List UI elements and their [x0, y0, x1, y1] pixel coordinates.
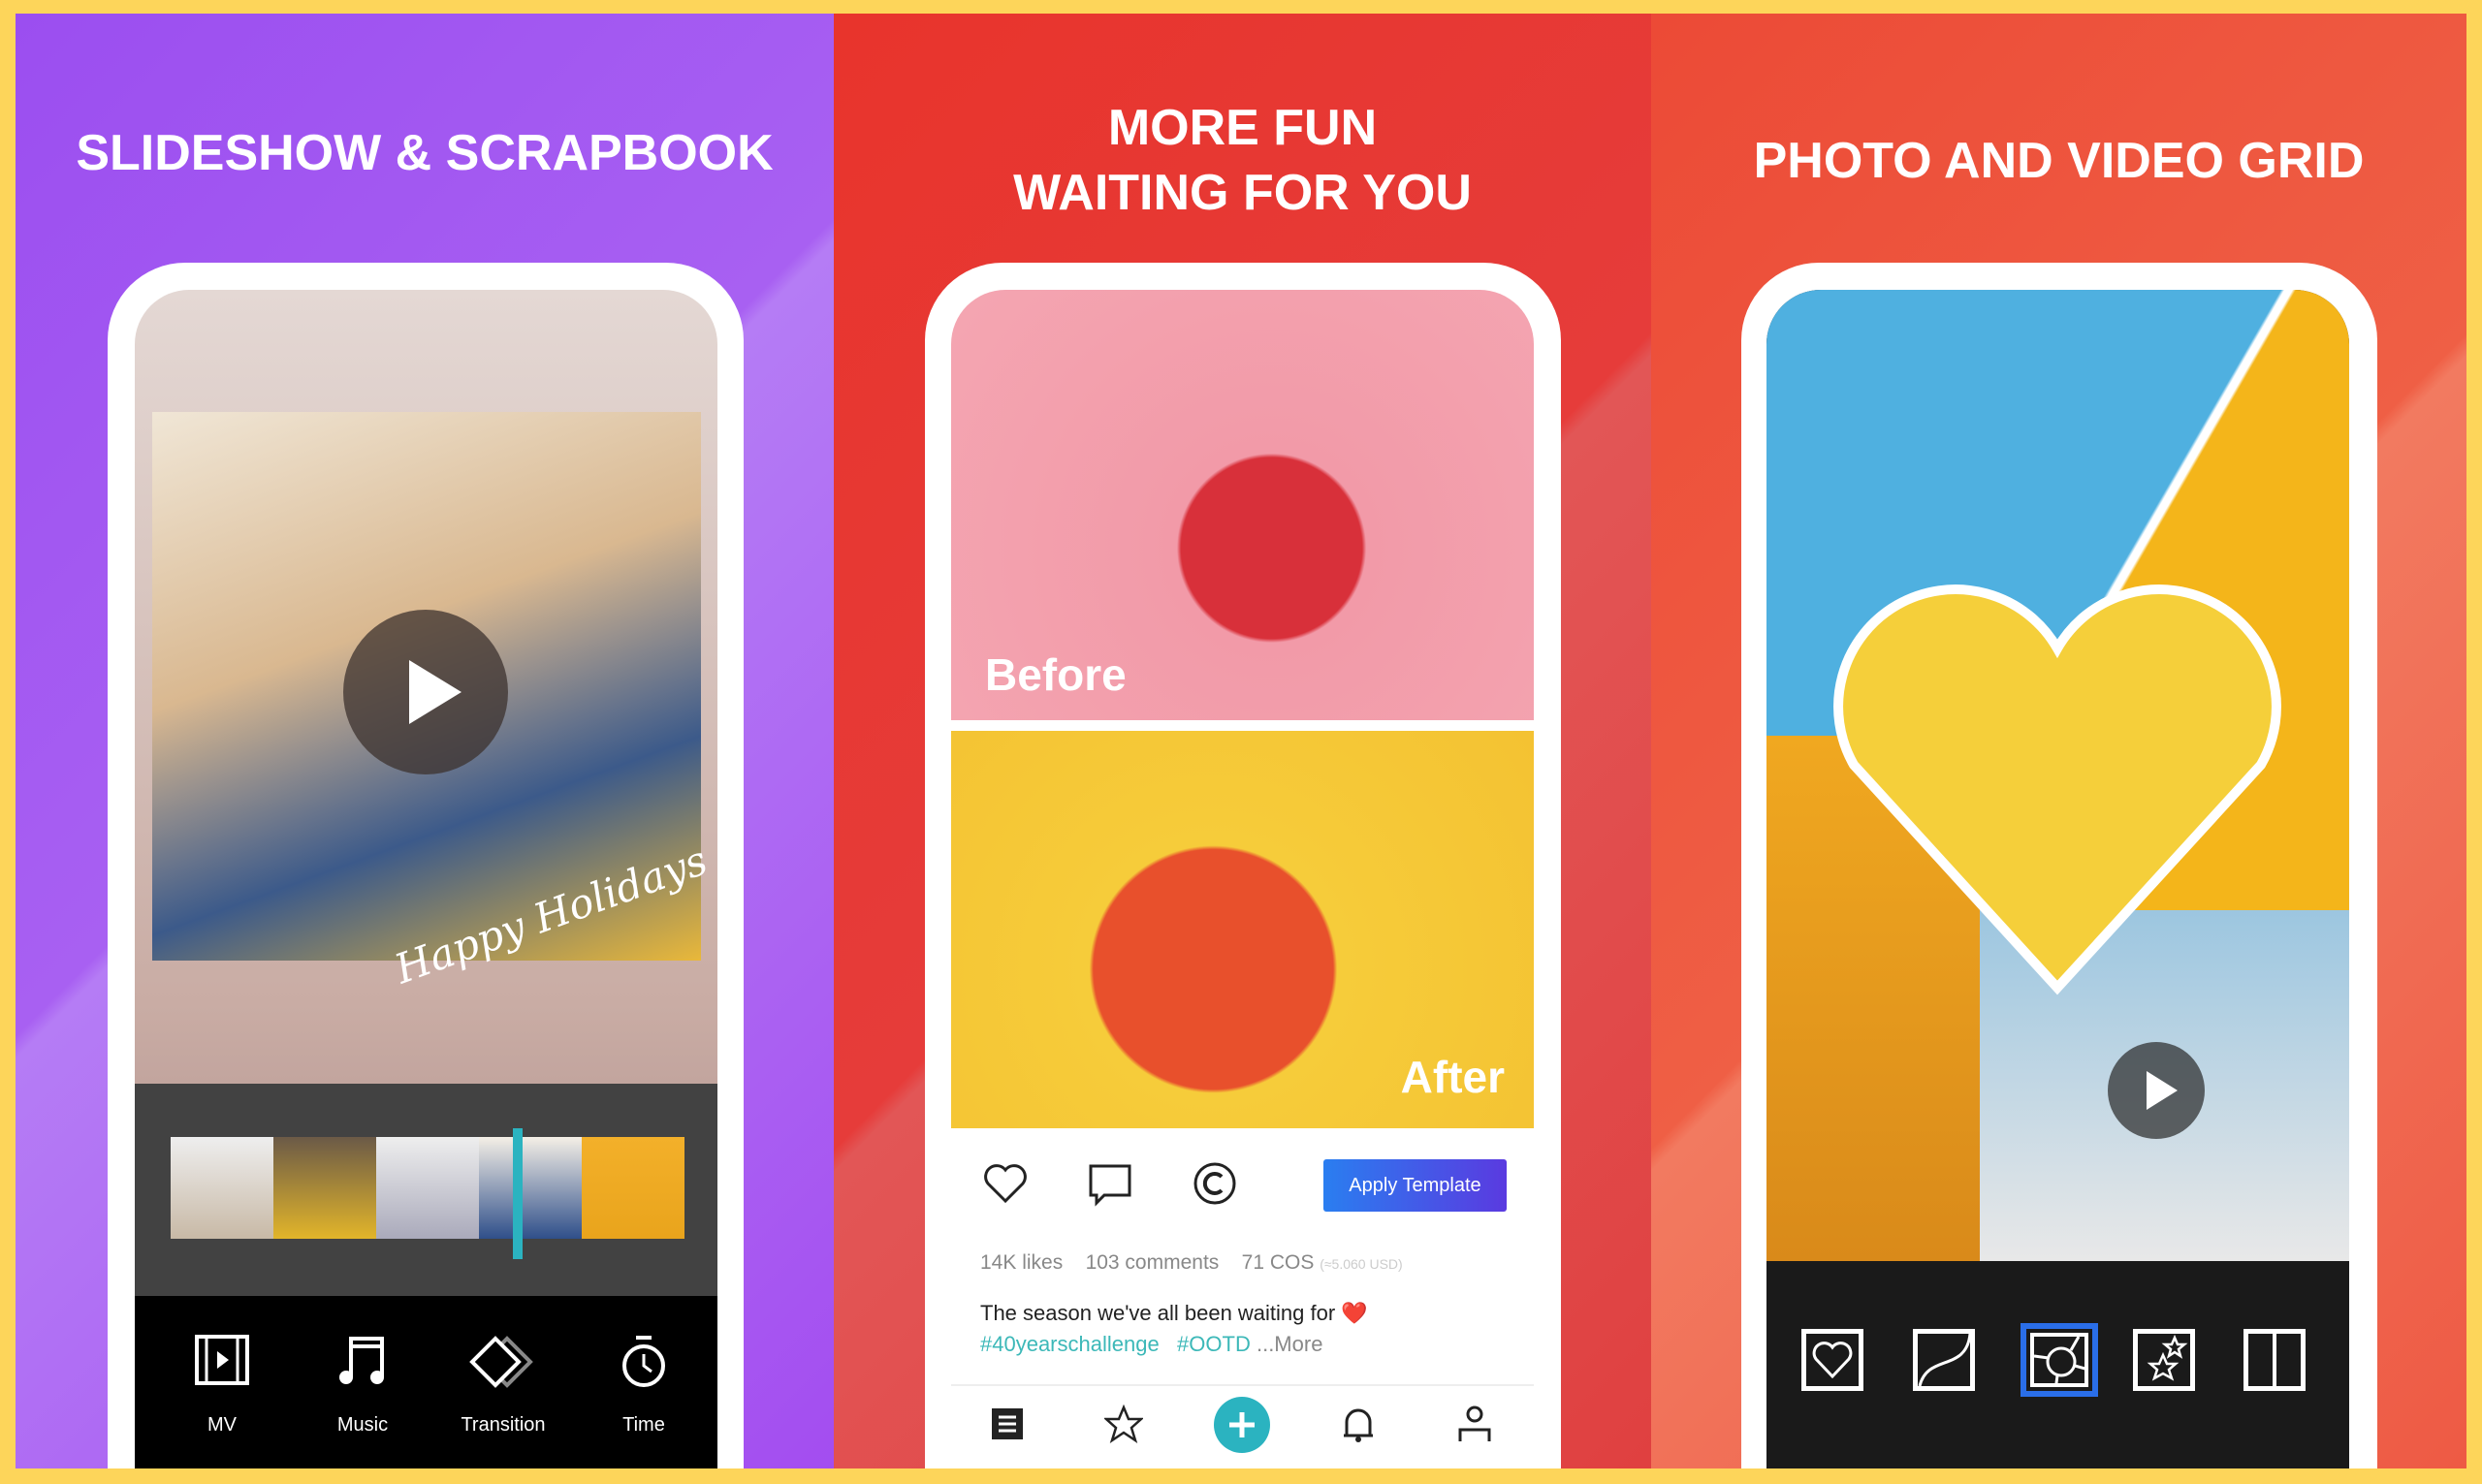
grid-option-circle-selected[interactable]: [2021, 1323, 2098, 1397]
curve-frame-icon: [1918, 1333, 1972, 1387]
phone-screen: Before After Apply Template 14K likes 10…: [951, 290, 1534, 1468]
copyright-icon[interactable]: [1192, 1160, 1238, 1207]
grid-panel: PHOTO AND VIDEO GRID: [1651, 14, 2466, 1468]
split-frame-icon: [2273, 1334, 2276, 1386]
stars-frame-icon: [2147, 1334, 2188, 1381]
add-icon: [1229, 1412, 1255, 1437]
cos-usd: (≈5.060 USD): [1320, 1256, 1403, 1272]
timeline-thumbnails: [171, 1137, 684, 1239]
before-photo: Before: [951, 290, 1534, 720]
add-post-button[interactable]: [1214, 1397, 1270, 1453]
cos-count: 71 COS: [1241, 1251, 1315, 1274]
transition-icon: [469, 1336, 533, 1388]
toolbar-label: Music: [336, 1414, 389, 1436]
play-icon: [409, 660, 461, 724]
heart-collage-cell: [1833, 584, 2281, 995]
profile-icon[interactable]: [1455, 1405, 1494, 1443]
heart-frame-icon: [1812, 1342, 1853, 1379]
after-label: After: [1400, 1052, 1505, 1102]
after-photo: After: [951, 731, 1534, 1128]
toolbar-label: Time: [622, 1414, 665, 1436]
music-note-icon: [339, 1337, 384, 1384]
timeline-playhead[interactable]: [513, 1128, 523, 1259]
video-play-button[interactable]: [2108, 1042, 2205, 1139]
editor-toolbar: MV Music Transition Time: [135, 1296, 717, 1468]
stopwatch-icon: [622, 1336, 665, 1387]
post-caption: The season we've all been waiting for ❤️: [980, 1301, 1368, 1325]
photo-collage: [1766, 290, 2349, 1261]
panel-heading: PHOTO AND VIDEO GRID: [1753, 133, 2365, 189]
play-icon: [2147, 1071, 2178, 1110]
circle-frame-icon: [2030, 1333, 2088, 1387]
feed-icon[interactable]: [990, 1406, 1025, 1441]
grid-option-heart[interactable]: [1801, 1329, 1863, 1391]
toolbar-label: Transition: [461, 1414, 546, 1436]
likes-count[interactable]: 14K likes: [980, 1251, 1063, 1274]
phone-screen: [1766, 290, 2349, 1468]
grid-option-stars[interactable]: [2133, 1329, 2195, 1391]
grid-option-curve[interactable]: [1913, 1329, 1975, 1391]
before-label: Before: [985, 649, 1127, 700]
film-play-icon: [195, 1335, 249, 1385]
slideshow-panel: SLIDESHOW & SCRAPBOOK Happy Holidays MV: [16, 14, 834, 1468]
more-link[interactable]: ...More: [1257, 1332, 1322, 1356]
toolbar-time[interactable]: Time: [576, 1335, 712, 1468]
grid-option-split[interactable]: [2243, 1329, 2306, 1391]
apply-template-button[interactable]: Apply Template: [1323, 1159, 1507, 1212]
toolbar-transition[interactable]: Transition: [435, 1335, 571, 1468]
panel-heading-line2: WAITING FOR YOU: [1013, 165, 1472, 221]
hashtag[interactable]: #40yearschallenge: [980, 1332, 1160, 1356]
toolbar-mv[interactable]: MV: [154, 1335, 290, 1468]
timeline[interactable]: [135, 1084, 717, 1296]
toolbar-music[interactable]: Music: [295, 1335, 430, 1468]
bell-icon[interactable]: [1339, 1405, 1378, 1445]
comment-icon[interactable]: [1087, 1162, 1133, 1209]
phone-screen: Happy Holidays MV Music Transition Time: [135, 290, 717, 1468]
hashtag[interactable]: #OOTD: [1177, 1332, 1251, 1356]
grid-toolbar: [1766, 1261, 2349, 1468]
panel-heading-line1: MORE FUN: [1107, 100, 1378, 156]
play-button[interactable]: [343, 610, 508, 774]
post-stats: 14K likes 103 comments 71 COS (≈5.060 US…: [980, 1251, 1403, 1275]
heart-icon[interactable]: [982, 1162, 1029, 1205]
panel-heading: SLIDESHOW & SCRAPBOOK: [76, 125, 774, 181]
social-panel: MORE FUN WAITING FOR YOU Before After Ap…: [834, 14, 1651, 1468]
toolbar-label: MV: [207, 1414, 237, 1436]
divider: [951, 1384, 1534, 1386]
comments-count[interactable]: 103 comments: [1086, 1251, 1220, 1274]
post-tags: #40yearschallenge #OOTD ...More: [980, 1332, 1322, 1357]
star-icon[interactable]: [1104, 1405, 1143, 1443]
